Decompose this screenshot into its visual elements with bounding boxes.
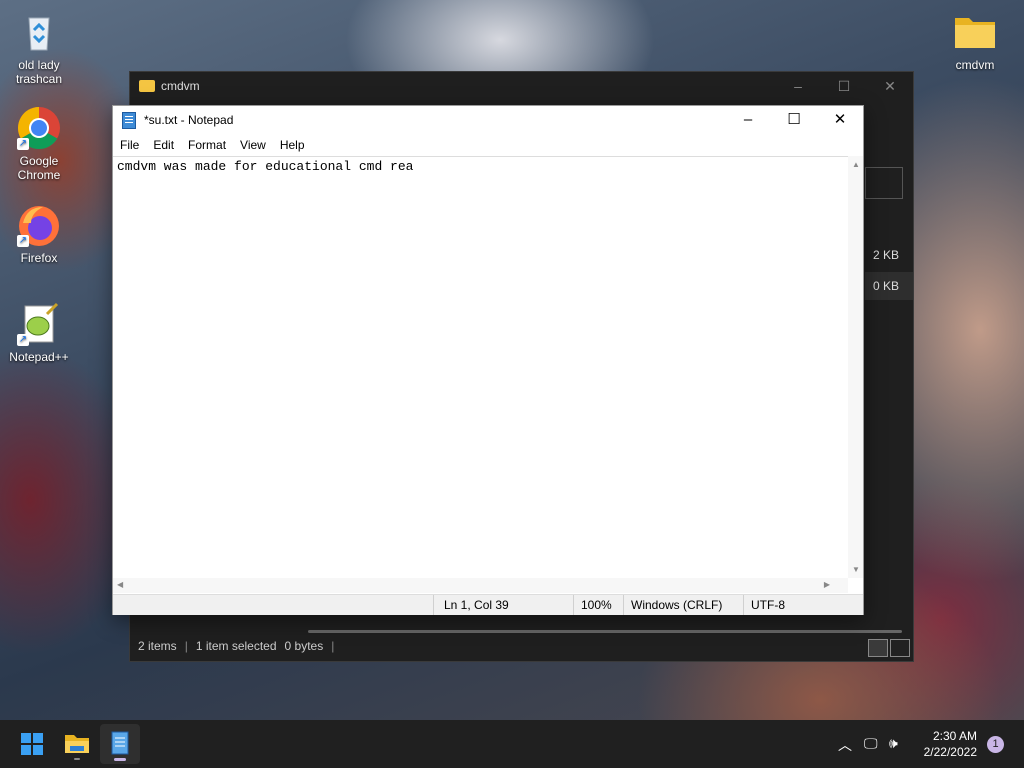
scroll-down-icon[interactable]: ▼ bbox=[852, 565, 860, 574]
desktop-icon-notepadplusplus[interactable]: ↗ Notepad++ bbox=[1, 302, 77, 364]
desktop-icon-label: trashcan bbox=[15, 72, 63, 86]
notepad-titlebar[interactable]: *su.txt - Notepad – ☐ ✕ bbox=[113, 106, 863, 134]
scroll-left-icon[interactable]: ◀ bbox=[117, 580, 123, 589]
shortcut-arrow-icon: ↗ bbox=[17, 138, 29, 150]
item-count: 2 items bbox=[138, 639, 177, 653]
windows-logo-icon bbox=[21, 733, 43, 755]
details-view-button[interactable] bbox=[868, 639, 888, 657]
shortcut-arrow-icon: ↗ bbox=[17, 235, 29, 247]
menu-format[interactable]: Format bbox=[181, 138, 233, 152]
folder-icon bbox=[65, 735, 89, 760]
desktop-icon-label: cmdvm bbox=[955, 58, 995, 72]
separator bbox=[433, 595, 434, 615]
line-ending: Windows (CRLF) bbox=[631, 598, 723, 612]
chrome-icon: ↗ bbox=[17, 106, 61, 150]
chevron-up-icon[interactable]: ︿ bbox=[838, 735, 852, 755]
start-button[interactable] bbox=[12, 724, 52, 764]
text-editor[interactable]: cmdvm was made for educational cmd rea bbox=[113, 156, 848, 578]
vertical-scrollbar[interactable]: ▲ ▼ bbox=[848, 156, 863, 578]
clock-time: 2:30 AM bbox=[932, 729, 977, 743]
explorer-titlebar[interactable]: cmdvm – ☐ ✕ bbox=[130, 72, 913, 100]
firefox-icon: ↗ bbox=[17, 203, 61, 247]
explorer-search-box[interactable] bbox=[865, 167, 903, 199]
encoding: UTF-8 bbox=[751, 598, 785, 612]
folder-icon bbox=[139, 80, 155, 92]
clock[interactable]: 2:30 AM 2/22/2022 bbox=[924, 728, 977, 760]
minimize-button[interactable]: – bbox=[775, 78, 821, 95]
scroll-right-icon[interactable]: ▶ bbox=[824, 580, 830, 589]
notepad-window[interactable]: *su.txt - Notepad – ☐ ✕ File Edit Format… bbox=[112, 105, 864, 615]
desktop-icon-cmdvm-folder[interactable]: cmdvm bbox=[937, 10, 1013, 72]
maximize-button[interactable]: ☐ bbox=[821, 78, 867, 95]
volume-icon[interactable]: 🕪 bbox=[889, 735, 898, 752]
separator bbox=[623, 595, 624, 615]
close-button[interactable]: ✕ bbox=[817, 106, 863, 134]
notepadplusplus-icon: ↗ bbox=[17, 302, 61, 346]
menu-edit[interactable]: Edit bbox=[146, 138, 181, 152]
selection-count: 1 item selected bbox=[195, 639, 277, 653]
editor-content[interactable]: cmdvm was made for educational cmd rea bbox=[113, 157, 848, 176]
close-button[interactable]: ✕ bbox=[867, 78, 913, 95]
notepad-icon bbox=[111, 731, 129, 761]
file-size: 2 KB bbox=[872, 248, 899, 262]
desktop-icon-label: Google bbox=[19, 154, 59, 168]
explorer-title: cmdvm bbox=[161, 79, 200, 93]
desktop-icon-label: Chrome bbox=[17, 168, 61, 182]
notepad-icon bbox=[122, 111, 136, 129]
menu-bar: File Edit Format View Help bbox=[113, 134, 863, 156]
taskbar: ︿ 🖵 🕪 2:30 AM 2/22/2022 1 bbox=[0, 720, 1024, 768]
selection-size: 0 bytes bbox=[284, 639, 324, 653]
menu-view[interactable]: View bbox=[233, 138, 273, 152]
desktop-icon-recycle-bin[interactable]: old lady trashcan bbox=[1, 10, 77, 86]
file-explorer-taskbar-button[interactable] bbox=[57, 724, 97, 764]
file-size: 0 KB bbox=[872, 279, 899, 293]
cursor-position: Ln 1, Col 39 bbox=[444, 598, 509, 612]
folder-icon bbox=[953, 10, 997, 54]
menu-file[interactable]: File bbox=[113, 138, 146, 152]
notification-badge[interactable]: 1 bbox=[987, 736, 1004, 753]
network-icon[interactable]: 🖵 bbox=[864, 735, 878, 752]
zoom-level: 100% bbox=[581, 598, 612, 612]
horizontal-scrollbar[interactable]: ◀ ▶ bbox=[113, 578, 848, 593]
desktop-icon-label: Firefox bbox=[20, 251, 58, 265]
maximize-button[interactable]: ☐ bbox=[771, 106, 817, 134]
separator: | bbox=[331, 639, 335, 653]
large-icons-view-button[interactable] bbox=[890, 639, 910, 657]
notepad-title: *su.txt - Notepad bbox=[144, 113, 234, 127]
shortcut-arrow-icon: ↗ bbox=[17, 334, 29, 346]
notepad-statusbar: Ln 1, Col 39 100% Windows (CRLF) UTF-8 bbox=[113, 594, 863, 615]
separator bbox=[743, 595, 744, 615]
desktop-icon-firefox[interactable]: ↗ Firefox bbox=[1, 203, 77, 265]
clock-date: 2/22/2022 bbox=[923, 745, 977, 759]
desktop-icon-chrome[interactable]: ↗ Google Chrome bbox=[1, 106, 77, 182]
desktop-icon-label: Notepad++ bbox=[9, 350, 69, 364]
menu-help[interactable]: Help bbox=[273, 138, 312, 152]
notepad-taskbar-button[interactable] bbox=[100, 724, 140, 764]
desktop-icon-label: old lady bbox=[18, 58, 60, 72]
explorer-statusbar: 2 items | 1 item selected 0 bytes | bbox=[130, 631, 913, 661]
recycle-bin-icon bbox=[17, 10, 61, 54]
minimize-button[interactable]: – bbox=[725, 106, 771, 134]
scroll-up-icon[interactable]: ▲ bbox=[852, 160, 860, 169]
separator bbox=[573, 595, 574, 615]
